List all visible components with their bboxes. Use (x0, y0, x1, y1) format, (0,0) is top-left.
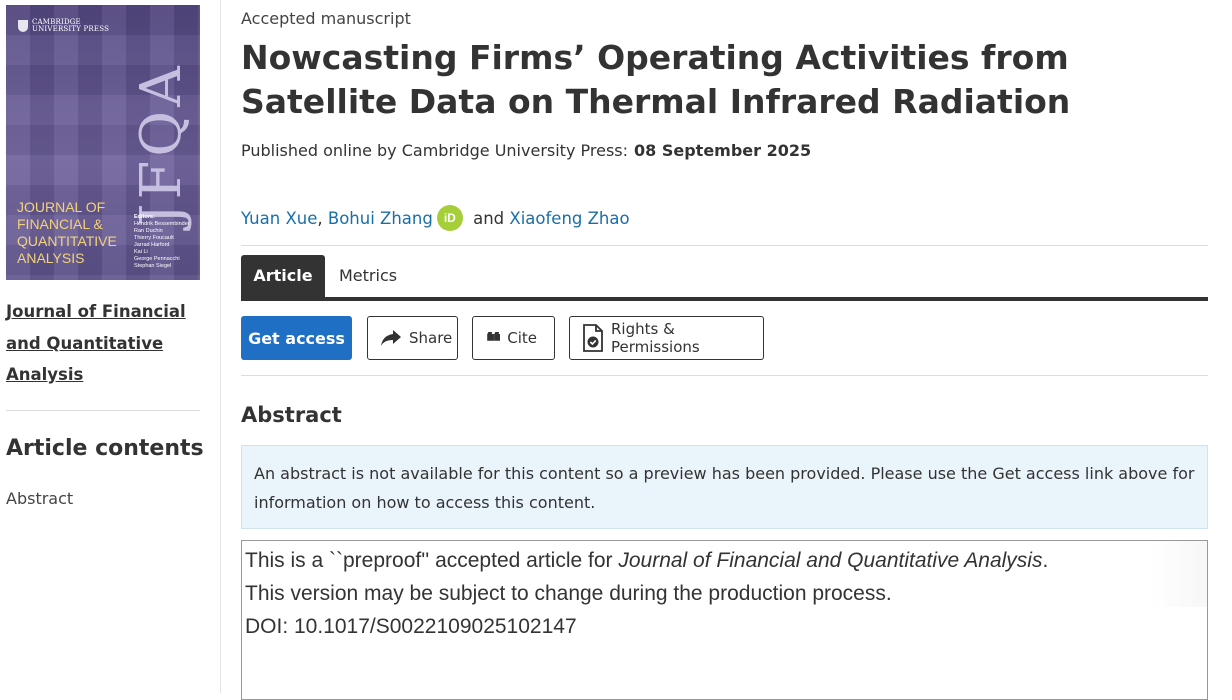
article-main: Accepted manuscript Nowcasting Firms’ Op… (241, 0, 1208, 700)
author-separator: , (317, 208, 328, 228)
sidebar-divider (6, 410, 200, 411)
tab-article[interactable]: Article (241, 255, 325, 297)
cover-editor: Stephan Siegel (134, 263, 172, 269)
author-link-xiaofeng-zhao[interactable]: Xiaofeng Zhao (509, 209, 629, 228)
cover-editor: George Pennacchi (134, 256, 180, 262)
get-access-button[interactable]: Get access (241, 316, 352, 360)
cambridge-shield-icon (18, 20, 28, 32)
cover-editors-label: Editors: (134, 214, 155, 220)
author-list: Yuan Xue, Bohui Zhang iD and Xiaofeng Zha… (241, 205, 630, 231)
published-date: 08 September 2025 (634, 141, 812, 160)
preview-line-2: This version may be subject to change du… (245, 582, 892, 605)
journal-cover-image[interactable]: CAMBRIDGE UNIVERSITY PRESS JFQA JOURNAL … (6, 5, 200, 280)
cite-label: Cite (507, 329, 537, 347)
article-tabs: Article Metrics (241, 255, 1208, 301)
published-info: Published online by Cambridge University… (241, 141, 811, 160)
article-contents-heading: Article contents (6, 436, 204, 461)
tab-metrics[interactable]: Metrics (339, 255, 397, 297)
preview-line-1-suffix: . (1042, 549, 1049, 572)
share-icon (380, 329, 402, 347)
cover-publisher-logo: CAMBRIDGE UNIVERSITY PRESS (18, 19, 109, 33)
published-label: Published online by Cambridge University… (241, 141, 628, 160)
cover-journal-title: JOURNAL OF FINANCIAL & QUANTITATIVE ANAL… (17, 199, 117, 266)
author-link-yuan-xue[interactable]: Yuan Xue (241, 209, 317, 228)
sidebar: CAMBRIDGE UNIVERSITY PRESS JFQA JOURNAL … (0, 0, 221, 693)
pdf-preview: This is a ``preproof'' accepted article … (241, 540, 1208, 700)
journal-link[interactable]: Journal of Financial and Quantitative An… (6, 296, 196, 391)
rights-document-icon (582, 324, 604, 352)
cite-button[interactable]: ❝ Cite (472, 316, 555, 360)
article-status: Accepted manuscript (241, 9, 411, 28)
cover-editors: Editors: Hendrik Bessembinder Ran Duchin… (134, 214, 190, 270)
preview-page-corner (1151, 541, 1207, 607)
cover-editor: Jarrad Harford (134, 242, 170, 248)
preview-line-1-prefix: This is a ``preproof'' accepted article … (245, 549, 619, 572)
cover-editor: Kai Li (134, 249, 148, 255)
share-label: Share (409, 329, 453, 347)
cover-editor: Hendrik Bessembinder (134, 221, 190, 227)
share-button[interactable]: Share (367, 316, 458, 360)
article-title: Nowcasting Firms’ Operating Activities f… (241, 38, 1071, 121)
abstract-unavailable-notice: An abstract is not available for this co… (241, 445, 1208, 529)
author-conjunction: and (467, 208, 510, 228)
preview-doi: DOI: 10.1017/S0022109025102147 (245, 615, 577, 638)
preview-journal-name: Journal of Financial and Quantitative An… (618, 549, 1043, 572)
cover-publisher-name: CAMBRIDGE UNIVERSITY PRESS (32, 18, 110, 33)
quote-icon: ❝ (485, 332, 500, 350)
contents-item-abstract[interactable]: Abstract (6, 489, 73, 508)
divider (241, 245, 1208, 246)
author-link-bohui-zhang[interactable]: Bohui Zhang (328, 209, 433, 228)
divider (241, 375, 1208, 376)
orcid-icon[interactable]: iD (436, 205, 463, 231)
cover-editor: Thierry Foucault (134, 235, 174, 241)
rights-permissions-button[interactable]: Rights & Permissions (569, 316, 764, 360)
get-access-label: Get access (248, 328, 345, 348)
rights-label: Rights & Permissions (611, 320, 700, 356)
preview-line-1: This is a ``preproof'' accepted article … (245, 544, 1204, 577)
abstract-heading: Abstract (241, 403, 342, 427)
cover-editor: Ran Duchin (134, 228, 163, 234)
